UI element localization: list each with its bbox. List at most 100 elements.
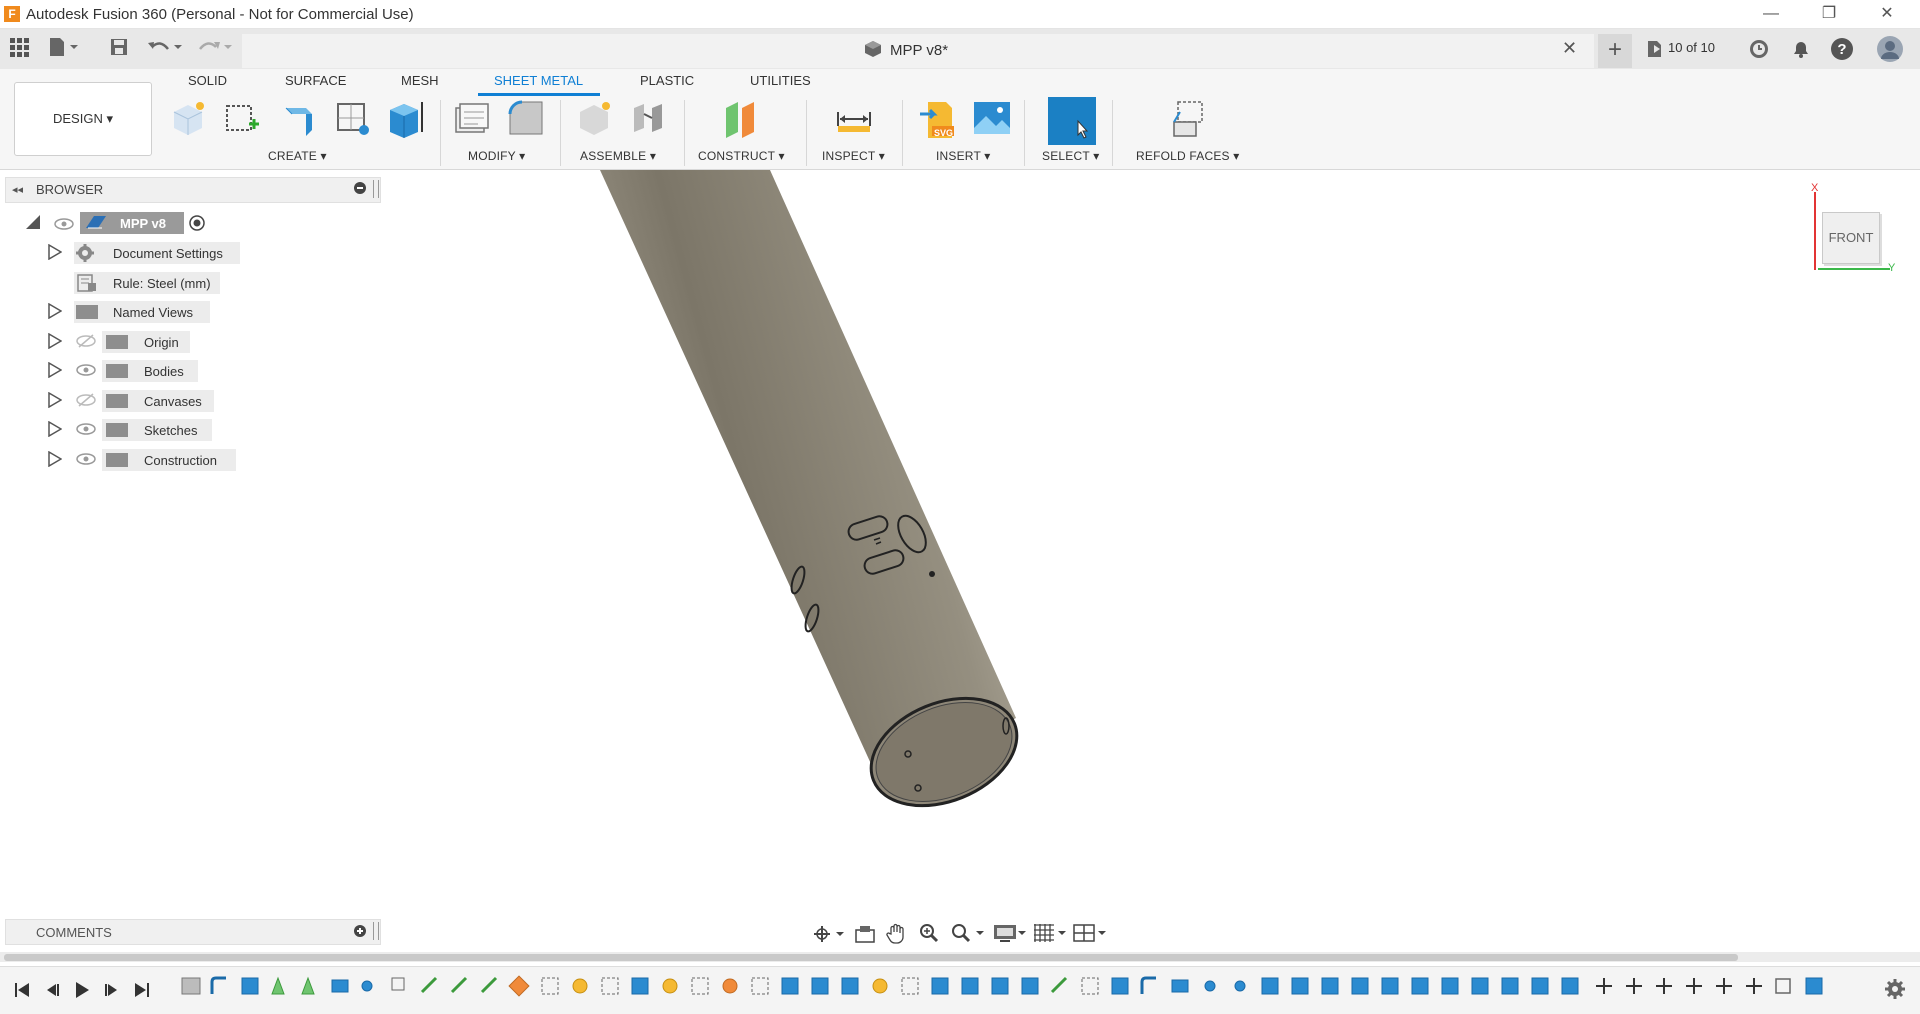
- refold-faces-group-label[interactable]: REFOLD FACES ▾: [1136, 149, 1240, 163]
- timeline-settings-gear-icon[interactable]: [1884, 978, 1906, 1005]
- measure-icon[interactable]: [834, 98, 874, 140]
- offset-plane-icon[interactable]: [722, 98, 762, 140]
- workspace-design-button[interactable]: DESIGN ▾: [14, 82, 152, 156]
- insert-canvas-icon[interactable]: [972, 98, 1012, 140]
- display-settings-icon[interactable]: [992, 922, 1028, 949]
- close-window-button[interactable]: ✕: [1864, 0, 1910, 28]
- create-sketch-icon[interactable]: [222, 98, 262, 140]
- svg-text:?: ?: [1837, 41, 1846, 58]
- insert-group-label[interactable]: INSERT ▾: [936, 149, 991, 163]
- fillet-icon[interactable]: [506, 98, 546, 140]
- eye-hidden-icon[interactable]: [76, 393, 96, 412]
- separator: [560, 100, 561, 166]
- data-panel-grid-icon[interactable]: [6, 37, 32, 61]
- new-component-assemble-icon[interactable]: [574, 98, 614, 140]
- file-menu-icon[interactable]: [48, 37, 78, 61]
- notifications-bell-icon[interactable]: [1790, 38, 1812, 60]
- tab-solid[interactable]: SOLID: [188, 73, 227, 88]
- help-icon[interactable]: ?: [1830, 37, 1854, 61]
- expand-triangle-icon[interactable]: [48, 420, 63, 442]
- activate-radio-icon[interactable]: [188, 214, 206, 237]
- collapse-browser-icon[interactable]: ◂◂: [12, 183, 23, 196]
- viewports-icon[interactable]: [1072, 922, 1108, 949]
- modify-group-label[interactable]: MODIFY ▾: [468, 149, 525, 163]
- separator: [1112, 100, 1113, 166]
- eye-visible-icon[interactable]: [76, 363, 96, 382]
- folder-icon: [106, 394, 128, 408]
- eye-visible-icon[interactable]: [54, 217, 74, 236]
- timeline-go-end-icon[interactable]: [132, 980, 152, 1000]
- orbit-icon[interactable]: [812, 924, 846, 949]
- expand-triangle-icon[interactable]: [48, 450, 63, 472]
- flange-icon[interactable]: [278, 98, 318, 140]
- active-tab-indicator: [478, 93, 600, 96]
- tree-label: Rule: Steel (mm): [113, 276, 211, 291]
- assemble-group-label[interactable]: ASSEMBLE ▾: [580, 149, 656, 163]
- joint-icon[interactable]: [628, 98, 668, 140]
- new-component-icon[interactable]: [168, 98, 208, 140]
- browser-minimize-icon[interactable]: [354, 182, 366, 194]
- folder-icon: [106, 364, 128, 378]
- tab-surface[interactable]: SURFACE: [285, 73, 346, 88]
- inspect-group-label[interactable]: INSPECT ▾: [822, 149, 885, 163]
- expand-triangle-icon[interactable]: [48, 332, 63, 354]
- folder-icon: [106, 453, 128, 467]
- tab-plastic[interactable]: PLASTIC: [640, 73, 694, 88]
- folder-icon: [76, 305, 98, 319]
- eye-visible-icon[interactable]: [76, 422, 96, 441]
- tree-label: Bodies: [144, 364, 184, 379]
- expand-triangle-icon[interactable]: [48, 302, 63, 324]
- eye-visible-icon[interactable]: [76, 452, 96, 471]
- redo-icon[interactable]: [196, 37, 232, 61]
- zoom-window-icon[interactable]: [950, 922, 986, 949]
- look-at-icon[interactable]: [854, 924, 876, 949]
- root-component-label: MPP v8: [120, 216, 167, 231]
- user-avatar-icon[interactable]: [1876, 35, 1904, 63]
- root-expand-triangle-icon[interactable]: [26, 215, 40, 229]
- convert-to-sheet-metal-icon[interactable]: [332, 98, 372, 140]
- separator: [684, 100, 685, 166]
- restore-button[interactable]: ❐: [1806, 0, 1852, 28]
- version-icon: [1646, 40, 1664, 58]
- new-tab-button[interactable]: +: [1598, 34, 1632, 68]
- timeline-play-icon[interactable]: [72, 980, 92, 1000]
- timeline-go-start-icon[interactable]: [12, 980, 32, 1000]
- expand-triangle-icon[interactable]: [48, 361, 63, 383]
- version-count[interactable]: 10 of 10: [1668, 40, 1715, 55]
- eye-hidden-icon[interactable]: [76, 334, 96, 353]
- create-group-label[interactable]: CREATE ▾: [268, 149, 327, 163]
- browser-resize-handle[interactable]: [373, 180, 379, 198]
- tree-label: Canvases: [144, 394, 202, 409]
- press-pull-icon[interactable]: [452, 98, 492, 140]
- comments-resize-handle[interactable]: [373, 922, 379, 940]
- 3d-viewport-canvas[interactable]: [380, 170, 1920, 930]
- minimize-button[interactable]: —: [1748, 0, 1794, 28]
- timeline-scroll-thumb[interactable]: [4, 954, 1738, 961]
- select-tool-button[interactable]: [1048, 97, 1096, 145]
- close-document-button[interactable]: ✕: [1562, 38, 1577, 59]
- add-comment-icon[interactable]: [354, 925, 366, 937]
- timeline-step-forward-icon[interactable]: [102, 980, 122, 1000]
- tab-sheet-metal[interactable]: SHEET METAL: [494, 73, 583, 88]
- grid-snaps-icon[interactable]: [1032, 922, 1068, 949]
- tree-label: Origin: [144, 335, 179, 350]
- tab-mesh[interactable]: MESH: [401, 73, 439, 88]
- tree-label: Construction: [144, 453, 217, 468]
- extrude-box-icon[interactable]: [386, 98, 426, 140]
- construct-group-label[interactable]: CONSTRUCT ▾: [698, 149, 785, 163]
- expand-triangle-icon[interactable]: [48, 243, 63, 265]
- undo-icon[interactable]: [146, 37, 182, 61]
- tab-utilities[interactable]: UTILITIES: [750, 73, 811, 88]
- pan-hand-icon[interactable]: [886, 922, 908, 949]
- folder-icon: [106, 423, 128, 437]
- zoom-icon[interactable]: [918, 922, 940, 949]
- select-group-label[interactable]: SELECT ▾: [1042, 149, 1099, 163]
- tube-body[interactable]: [600, 170, 1033, 826]
- refold-faces-icon[interactable]: [1168, 98, 1208, 140]
- timeline-step-back-icon[interactable]: [42, 980, 62, 1000]
- save-icon[interactable]: [106, 37, 132, 61]
- job-status-clock-icon[interactable]: [1748, 38, 1770, 60]
- window-title: Autodesk Fusion 360 (Personal - Not for …: [26, 6, 414, 23]
- viewcube-front-face[interactable]: FRONT: [1822, 212, 1880, 264]
- expand-triangle-icon[interactable]: [48, 391, 63, 413]
